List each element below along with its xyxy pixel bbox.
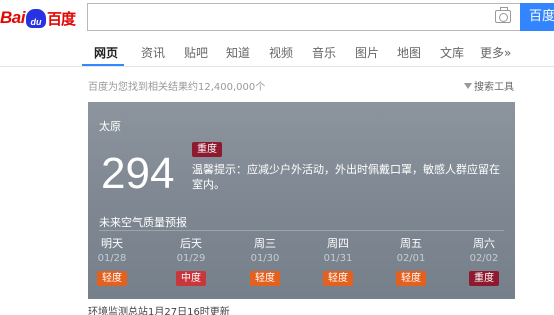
tab-news[interactable]: 资讯 [141,44,165,61]
level-badge: 轻度 [396,271,426,286]
tab-wenku[interactable]: 文库 [440,44,464,61]
header: Bai du 百度 百度一下 [0,0,554,35]
active-tab-indicator [82,64,124,66]
search-results-page: Bai du 百度 百度一下 网页 资讯 贴吧 知道 视频 音乐 图片 地图 文… [0,0,554,315]
search-button[interactable]: 百度一下 [520,3,554,31]
health-tip: 温馨提示：应减少户外活动，外出时佩戴口罩，敏感人群应留在室内。 [192,163,500,191]
aqi-value: 294 [101,149,175,198]
search-tabs: 网页 资讯 贴吧 知道 视频 音乐 图片 地图 文库 更多» [0,35,554,67]
forecast-day: 周三 01/30 轻度 [250,237,280,286]
forecast-day: 周六 02/02 重度 [469,237,499,286]
forecast-day: 周四 01/31 轻度 [323,237,353,286]
update-time: 环境监测总站1月27日16时更新 [88,307,230,315]
tab-images[interactable]: 图片 [355,44,379,61]
tab-web[interactable]: 网页 [94,44,118,61]
tab-map[interactable]: 地图 [397,44,421,61]
forecast-day: 周五 02/01 轻度 [396,237,426,286]
forecast-title: 未来空气质量预报 [99,216,187,229]
level-badge: 中度 [176,271,206,286]
tab-more[interactable]: 更多» [480,44,511,61]
level-badge: 重度 [469,271,499,286]
result-count: 百度为您找到相关结果约12,400,000个 [88,82,266,93]
forecast-day: 明天 01/28 轻度 [97,237,127,286]
tab-tieba[interactable]: 贴吧 [184,44,208,61]
paw-icon: du [25,8,46,28]
tab-music[interactable]: 音乐 [312,44,336,61]
tab-zhidao[interactable]: 知道 [226,44,250,61]
divider [99,230,504,231]
forecast-day: 后天 01/29 中度 [176,237,206,286]
baidu-logo[interactable]: Bai du 百度 [0,7,76,29]
city-name: 太原 [99,120,121,133]
level-badge: 轻度 [250,271,280,286]
level-badge: 轻度 [323,271,353,286]
tab-video[interactable]: 视频 [269,44,293,61]
air-quality-card[interactable]: 太原 294 重度 温馨提示：应减少户外活动，外出时佩戴口罩，敏感人群应留在室内… [88,102,515,299]
funnel-icon [464,83,472,89]
level-badge: 轻度 [97,271,127,286]
search-input[interactable] [87,3,520,31]
camera-icon[interactable] [495,7,511,23]
search-tools-button[interactable]: 搜索工具 [464,78,514,93]
aqi-level-badge: 重度 [192,142,222,157]
